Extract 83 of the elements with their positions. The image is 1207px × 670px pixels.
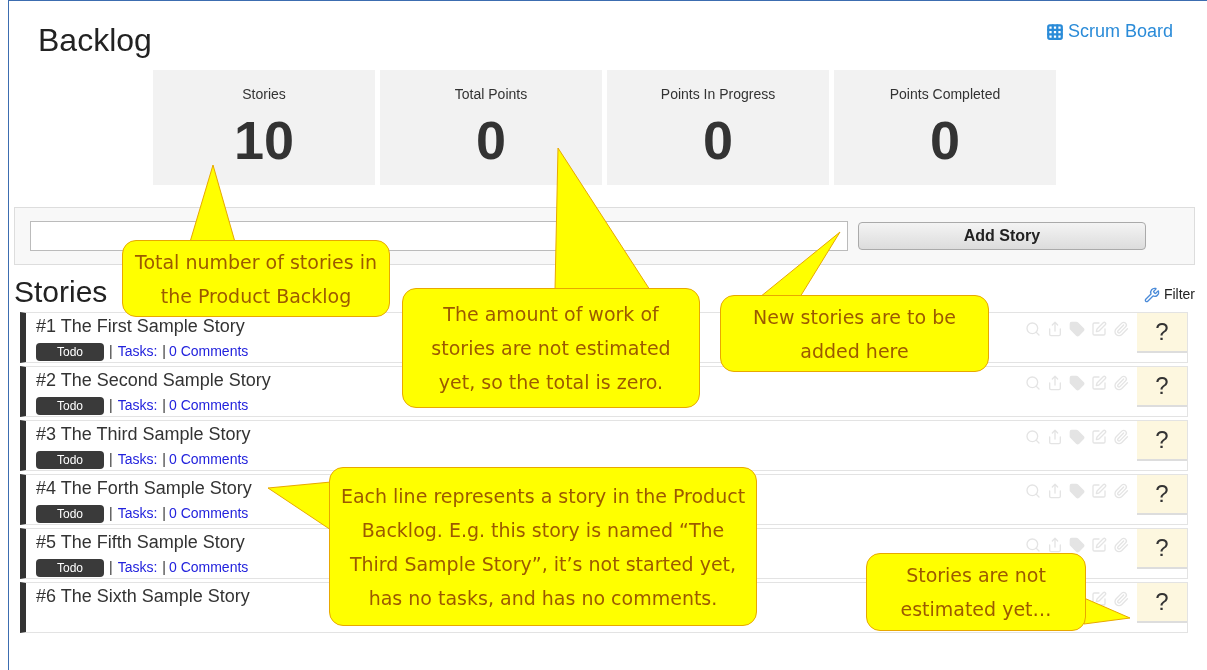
edit-icon[interactable] bbox=[1091, 537, 1107, 553]
page-title: Backlog bbox=[38, 24, 152, 56]
paperclip-icon[interactable] bbox=[1113, 429, 1129, 445]
story-title: #3 The Third Sample Story bbox=[36, 423, 251, 445]
stat-value: 0 bbox=[475, 113, 506, 167]
search-icon[interactable] bbox=[1025, 375, 1041, 391]
tasks-link[interactable]: Tasks: bbox=[117, 557, 158, 578]
stat-label: Points In Progress bbox=[660, 85, 776, 104]
estimate-box[interactable]: ? bbox=[1137, 529, 1187, 569]
search-icon[interactable] bbox=[1025, 429, 1041, 445]
tasks-link[interactable]: Tasks: bbox=[117, 503, 158, 524]
stat-label: Points Completed bbox=[889, 85, 1001, 104]
separator: | bbox=[162, 504, 166, 523]
estimate-box[interactable]: ? bbox=[1137, 367, 1187, 407]
stat-label: Stories bbox=[242, 85, 286, 104]
callout-tooltip-pointer bbox=[267, 481, 332, 531]
story-title: #6 The Sixth Sample Story bbox=[36, 585, 250, 607]
estimate-box[interactable]: ? bbox=[1137, 475, 1187, 515]
comments-link[interactable]: 0 Comments bbox=[168, 449, 249, 470]
story-title: #1 The First Sample Story bbox=[36, 315, 245, 337]
separator: | bbox=[109, 558, 113, 577]
comments-link[interactable]: 0 Comments bbox=[168, 341, 249, 362]
share-icon[interactable] bbox=[1047, 375, 1063, 391]
stat-label: Total Points bbox=[454, 85, 528, 104]
separator: | bbox=[109, 396, 113, 415]
tag-icon[interactable] bbox=[1069, 429, 1085, 445]
edit-icon[interactable] bbox=[1091, 429, 1107, 445]
tasks-link[interactable]: Tasks: bbox=[117, 341, 158, 362]
paperclip-icon[interactable] bbox=[1113, 537, 1129, 553]
paperclip-icon[interactable] bbox=[1113, 321, 1129, 337]
tag-icon[interactable] bbox=[1069, 483, 1085, 499]
stat-value: 0 bbox=[929, 113, 960, 167]
separator: | bbox=[109, 504, 113, 523]
estimate-box[interactable]: ? bbox=[1137, 583, 1187, 623]
callout-tooltip: Each line represents a story in the Product Backlog. E.g. this story is named “The Third Sample Story”, it’s not started yet, has no tasks, and has no comments. bbox=[329, 467, 757, 626]
scrum-board-link[interactable]: Scrum Board bbox=[1045, 18, 1173, 45]
tag-icon[interactable] bbox=[1069, 537, 1085, 553]
search-icon[interactable] bbox=[1025, 321, 1041, 337]
stat-value: 10 bbox=[233, 113, 295, 167]
tag-icon[interactable] bbox=[1069, 321, 1085, 337]
separator: | bbox=[162, 558, 166, 577]
story-title: #4 The Forth Sample Story bbox=[36, 477, 252, 499]
search-icon[interactable] bbox=[1025, 483, 1041, 499]
story-title: #2 The Second Sample Story bbox=[36, 369, 271, 391]
separator: | bbox=[109, 450, 113, 469]
tag-icon[interactable] bbox=[1069, 375, 1085, 391]
share-icon[interactable] bbox=[1047, 429, 1063, 445]
comments-link[interactable]: 0 Comments bbox=[168, 557, 249, 578]
status-badge: Todo bbox=[36, 342, 104, 361]
edit-icon[interactable] bbox=[1091, 375, 1107, 391]
add-story-button[interactable]: Add Story bbox=[858, 222, 1146, 250]
estimate-box[interactable]: ? bbox=[1137, 313, 1187, 353]
filter-link[interactable]: Filter bbox=[1143, 284, 1195, 305]
callout-tooltip: Stories are not estimated yet… bbox=[866, 553, 1086, 631]
status-badge: Todo bbox=[36, 396, 104, 415]
estimate-box[interactable]: ? bbox=[1137, 421, 1187, 461]
story-title: #5 The Fifth Sample Story bbox=[36, 531, 245, 553]
tasks-link[interactable]: Tasks: bbox=[117, 449, 158, 470]
paperclip-icon[interactable] bbox=[1113, 375, 1129, 391]
wrench-icon bbox=[1143, 286, 1160, 303]
share-icon[interactable] bbox=[1047, 321, 1063, 337]
edit-icon[interactable] bbox=[1091, 321, 1107, 337]
separator: | bbox=[162, 342, 166, 361]
status-badge: Todo bbox=[36, 450, 104, 469]
share-icon[interactable] bbox=[1047, 537, 1063, 553]
grid-icon bbox=[1045, 22, 1064, 41]
edit-icon[interactable] bbox=[1091, 591, 1107, 607]
share-icon[interactable] bbox=[1047, 483, 1063, 499]
status-badge: Todo bbox=[36, 558, 104, 577]
status-badge: Todo bbox=[36, 504, 104, 523]
search-icon[interactable] bbox=[1025, 537, 1041, 553]
stat-value: 0 bbox=[702, 113, 733, 167]
stories-heading: Stories bbox=[14, 277, 108, 307]
paperclip-icon[interactable] bbox=[1113, 591, 1129, 607]
separator: | bbox=[162, 396, 166, 415]
callout-tooltip-pointer bbox=[1083, 597, 1131, 625]
tasks-link[interactable]: Tasks: bbox=[117, 395, 158, 416]
separator: | bbox=[109, 342, 113, 361]
paperclip-icon[interactable] bbox=[1113, 483, 1129, 499]
edit-icon[interactable] bbox=[1091, 483, 1107, 499]
comments-link[interactable]: 0 Comments bbox=[168, 395, 249, 416]
comments-link[interactable]: 0 Comments bbox=[168, 503, 249, 524]
separator: | bbox=[162, 450, 166, 469]
